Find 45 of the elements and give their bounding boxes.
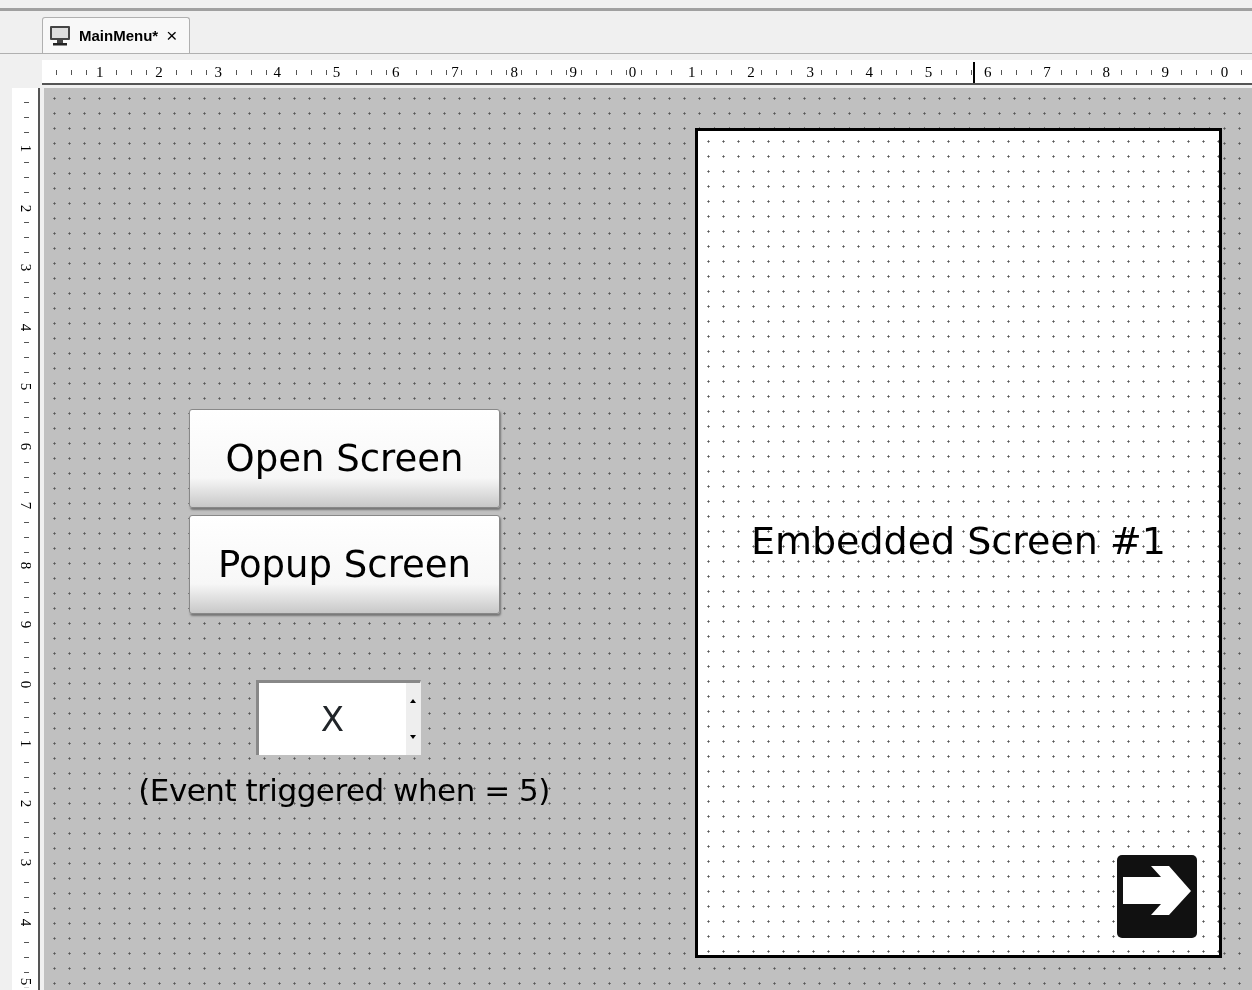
spinner-value: X: [319, 698, 346, 741]
ruler-label: 8: [1100, 65, 1112, 80]
ruler-label: 2: [745, 65, 757, 80]
ruler-label: 0: [626, 65, 639, 80]
ruler-label: 6: [390, 65, 402, 80]
ruler-label: 7: [449, 65, 461, 80]
ruler-label: 4: [18, 321, 34, 333]
ruler-label: 2: [18, 202, 34, 214]
down-arrow-icon[interactable]: [410, 735, 416, 739]
ruler-label: 5: [922, 65, 935, 80]
ruler-label: 9: [18, 618, 34, 631]
ruler-label: 5: [330, 65, 343, 80]
ruler-label: 6: [18, 440, 34, 452]
ruler-label: 2: [153, 65, 165, 80]
close-button[interactable]: ×: [166, 26, 178, 45]
ruler-label: 7: [18, 499, 34, 512]
ruler-label: 8: [508, 65, 520, 80]
ruler-label: 1: [94, 65, 106, 80]
ruler-label: 3: [18, 261, 34, 274]
ruler-label: 3: [804, 65, 816, 80]
ruler-label: 4: [18, 916, 34, 928]
ruler-label: 4: [271, 65, 284, 80]
ruler-label: 3: [18, 856, 34, 869]
ruler-label: 1: [686, 65, 698, 80]
monitor-icon: [49, 25, 71, 46]
ruler-label: 2: [18, 797, 34, 809]
up-arrow-icon[interactable]: [410, 699, 416, 703]
ruler-label: 3: [212, 65, 224, 80]
screen-button[interactable]: Open Screen: [189, 409, 500, 508]
ruler-label: 5: [18, 380, 34, 393]
ruler-label: 0: [1218, 65, 1231, 80]
ruler-label: 9: [1159, 65, 1172, 80]
tab-title: MainMenu*: [79, 27, 159, 44]
ruler-label: 9: [567, 65, 580, 80]
document-tab[interactable]: MainMenu* ×: [42, 17, 191, 53]
ruler-label: 5: [18, 975, 34, 988]
screen-button[interactable]: Popup Screen: [189, 515, 500, 614]
ruler-label: 0: [18, 678, 34, 690]
ruler-label: 7: [1041, 65, 1053, 80]
ruler-label: 4: [863, 65, 876, 80]
caption-text: (Event triggered when = 5): [137, 772, 551, 808]
ruler-label: 6: [982, 65, 994, 80]
embedded-screen-title: Embedded Screen #1: [750, 518, 1167, 563]
ruler-label: 8: [18, 559, 34, 571]
numeric-spinner[interactable]: X: [256, 680, 421, 755]
